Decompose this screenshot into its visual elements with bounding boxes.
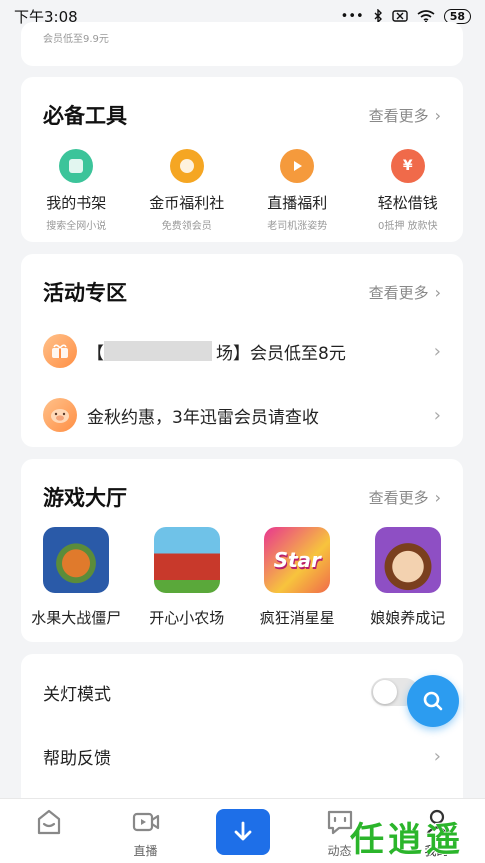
tools-grid: 我的书架 搜索全网小说 金币福利社 免费领会员 直播福利 老司机涨姿势 ¥ 轻松… (21, 149, 463, 232)
search-fab[interactable] (407, 675, 459, 727)
night-mode-row: 关灯模式 (43, 672, 441, 712)
chevron-right-icon: › (433, 340, 441, 362)
games-header: 游戏大厅 查看更多 › (43, 483, 441, 511)
game-name: 娘娘养成记 (370, 609, 446, 627)
gift-icon (43, 334, 77, 368)
tools-more-link[interactable]: 查看更多 › (369, 105, 441, 126)
activity-text-prefix: 【 (87, 343, 104, 364)
redacted-block (104, 341, 212, 361)
chevron-right-icon: › (434, 282, 441, 302)
games-grid: 水果大战僵尸 开心小农场 Star 疯狂消星星 娘娘养成记 (21, 527, 463, 628)
tool-subtitle: 老司机涨姿势 (267, 221, 328, 232)
tool-name: 直播福利 (267, 194, 328, 212)
wifi-icon (417, 9, 435, 23)
chevron-right-icon: › (434, 105, 441, 125)
tool-name: 我的书架 (46, 194, 107, 212)
activity-header: 活动专区 查看更多 › (43, 278, 441, 306)
tab-live[interactable]: 直播 (97, 799, 194, 863)
tool-subtitle: 搜索全网小说 (46, 221, 107, 232)
tab-label: 直播 (133, 844, 158, 858)
games-card: 游戏大厅 查看更多 › 水果大战僵尸 开心小农场 Star 疯狂消星星 娘娘养成… (21, 459, 463, 642)
activity-more-link[interactable]: 查看更多 › (369, 282, 441, 303)
help-feedback-label: 帮助反馈 (43, 748, 111, 769)
game-empress[interactable]: 娘娘养成记 (353, 527, 464, 628)
night-mode-label: 关灯模式 (43, 684, 111, 705)
live-icon (280, 149, 315, 183)
search-icon (423, 691, 443, 711)
tool-subtitle: 0抵押 放款快 (377, 221, 438, 232)
activity-text: 【 场】会员低至8元 (87, 339, 434, 364)
chevron-right-icon: › (433, 745, 441, 767)
pig-mascot-icon (43, 398, 77, 432)
games-more-link[interactable]: 查看更多 › (369, 487, 441, 508)
settings-card: 关灯模式 帮助反馈 › (21, 654, 463, 814)
game-crazy-star[interactable]: Star 疯狂消星星 (242, 527, 353, 628)
activity-text: 金秋约惠，3年迅雷会员请查收 (87, 407, 319, 428)
tools-title: 必备工具 (43, 104, 127, 128)
tool-subtitle: 免费领会员 (161, 221, 212, 232)
game-farm-icon (153, 527, 220, 593)
watermark: 任逍遥 (350, 820, 464, 860)
game-name: 水果大战僵尸 (31, 609, 122, 627)
bluetooth-icon (374, 9, 382, 23)
game-name: 开心小农场 (149, 609, 225, 627)
tools-header: 必备工具 查看更多 › (43, 101, 441, 129)
activity-more-label: 查看更多 (368, 283, 429, 302)
game-fruit-vs-zombies[interactable]: 水果大战僵尸 (21, 527, 132, 628)
tools-card: 必备工具 查看更多 › 我的书架 搜索全网小说 金币福利社 免费领会员 直播福利… (21, 77, 463, 242)
activity-text-suffix: 场】会员低至8元 (216, 343, 346, 364)
activity-card: 活动专区 查看更多 › 【 场】会员低至8元 › 金秋约惠，3年迅雷会员请查收 … (21, 254, 463, 447)
help-feedback-row[interactable]: 帮助反馈 › (43, 736, 441, 776)
game-name: 疯狂消星星 (259, 609, 335, 627)
activity-item[interactable]: 【 场】会员低至8元 › (43, 331, 441, 371)
activity-item[interactable]: 金秋约惠，3年迅雷会员请查收 › (43, 395, 441, 435)
activity-title: 活动专区 (43, 281, 127, 305)
tool-name: 轻松借钱 (377, 194, 438, 212)
top-card: 会员低至9.9元 (21, 22, 463, 66)
chevron-right-icon: › (434, 487, 441, 507)
sim-off-icon (391, 10, 408, 22)
download-icon (234, 821, 251, 841)
games-more-label: 查看更多 (368, 488, 429, 507)
tool-bookshelf[interactable]: 我的书架 搜索全网小说 (21, 149, 132, 232)
coin-icon (169, 149, 204, 183)
bookshelf-icon (59, 149, 94, 183)
game-star-badge: Star (273, 548, 321, 572)
game-empress-icon (374, 527, 441, 593)
top-card-subtext: 会员低至9.9元 (43, 34, 109, 45)
tab-home[interactable] (0, 799, 97, 863)
tool-live-welfare[interactable]: 直播福利 老司机涨姿势 (242, 149, 353, 232)
chevron-right-icon: › (433, 404, 441, 426)
video-icon (132, 812, 159, 832)
download-button[interactable] (215, 809, 270, 855)
loan-icon: ¥ (390, 149, 425, 183)
home-icon (37, 809, 60, 835)
tool-easy-loan[interactable]: ¥ 轻松借钱 0抵押 放款快 (353, 149, 464, 232)
tools-more-label: 查看更多 (368, 106, 429, 125)
tool-coin-welfare[interactable]: 金币福利社 免费领会员 (132, 149, 243, 232)
tool-name: 金币福利社 (149, 194, 225, 212)
tab-download[interactable] (194, 799, 291, 863)
tab-label: 动态 (327, 844, 352, 858)
game-star-icon: Star (264, 527, 331, 593)
game-fruit-icon (43, 527, 110, 593)
game-happy-farm[interactable]: 开心小农场 (132, 527, 243, 628)
games-title: 游戏大厅 (43, 486, 127, 510)
